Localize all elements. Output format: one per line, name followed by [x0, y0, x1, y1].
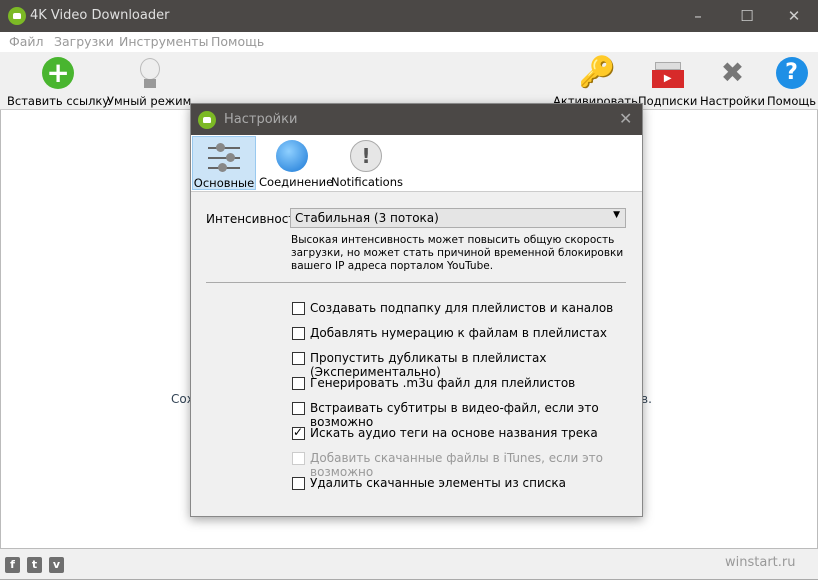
option-checkbox[interactable] — [292, 302, 305, 315]
activate-button[interactable]: 🔑 Активировать — [553, 55, 638, 109]
settings-tabs: Основные Соединение ! Notifications — [191, 135, 642, 192]
settings-button[interactable]: ✖ Настройки — [700, 56, 765, 108]
option-label: Удалить скачанные элементы из списка — [310, 476, 566, 490]
dialog-close-button[interactable]: ✕ — [619, 109, 632, 128]
option-label: Добавить скачанные файлы в iTunes, если … — [310, 451, 603, 479]
subscriptions-icon: ▶ — [651, 56, 685, 90]
dialog-title-bar: Настройки ✕ — [191, 104, 642, 135]
app-title: 4K Video Downloader — [30, 8, 170, 23]
option-label: Добавлять нумерацию к файлам в плейлиста… — [310, 326, 608, 340]
checkmark-icon: ✓ — [293, 425, 304, 439]
twitter-icon[interactable]: t — [27, 557, 42, 573]
menu-downloads[interactable]: Загрузки — [54, 34, 114, 49]
help-button[interactable]: ? Помощь — [767, 56, 816, 108]
minimize-button[interactable]: – — [688, 6, 708, 26]
paste-link-button[interactable]: + Вставить ссылку — [7, 56, 109, 108]
menu-bar: Файл Загрузки Инструменты Помощь — [0, 32, 818, 52]
tab-connection[interactable]: Соединение — [259, 136, 333, 190]
option-label: Создавать подпапку для плейлистов и кана… — [310, 301, 614, 315]
help-icon: ? — [775, 56, 809, 90]
menu-file[interactable]: Файл — [9, 34, 44, 49]
tools-icon: ✖ — [720, 56, 745, 89]
settings-dialog: Настройки ✕ Основные Соединение ! Notifi… — [190, 103, 643, 517]
exclamation-bubble-icon: ! — [350, 140, 382, 172]
tab-notifications[interactable]: ! Notifications — [331, 136, 403, 190]
close-button[interactable]: ✕ — [784, 6, 804, 26]
watermark: winstart.ru — [725, 555, 796, 570]
intensity-value: Стабильная (3 потока) — [295, 211, 439, 225]
divider — [206, 282, 626, 283]
tab-label: Notifications — [331, 175, 403, 189]
option-label: Пропустить дубликаты в плейлистах (Экспе… — [310, 351, 547, 379]
option-checkbox[interactable] — [292, 477, 305, 490]
vimeo-icon[interactable]: v — [49, 557, 64, 573]
intensity-select[interactable]: Стабильная (3 потока) ▼ — [290, 208, 626, 228]
globe-icon — [276, 140, 308, 172]
sliders-icon — [208, 141, 240, 173]
option-checkbox[interactable] — [292, 352, 305, 365]
dialog-title: Настройки — [224, 112, 298, 127]
option-label: Искать аудио теги на основе названия тре… — [310, 426, 598, 440]
app-logo-icon — [8, 7, 26, 25]
tab-general[interactable]: Основные — [192, 136, 256, 190]
option-checkbox — [292, 452, 305, 465]
option-checkbox[interactable] — [292, 402, 305, 415]
subscriptions-button[interactable]: ▶ Подписки — [638, 56, 697, 108]
title-bar: 4K Video Downloader – ☐ ✕ — [0, 0, 818, 32]
smart-mode-label: Умный режим — [107, 94, 192, 108]
option-label: Генерировать .m3u файл для плейлистов — [310, 376, 576, 390]
plus-icon: + — [41, 56, 75, 90]
option-label: Встраивать субтитры в видео-файл, если э… — [310, 401, 599, 429]
intensity-hint: Высокая интенсивность может повысить общ… — [291, 234, 624, 272]
app-logo-icon — [198, 111, 216, 129]
settings-label: Настройки — [700, 94, 765, 108]
tab-label: Основные — [193, 176, 255, 190]
help-label: Помощь — [767, 94, 817, 108]
subscriptions-label: Подписки — [638, 94, 698, 108]
option-checkbox[interactable] — [292, 327, 305, 340]
paste-link-label: Вставить ссылку — [7, 94, 110, 108]
option-checkbox[interactable]: ✓ — [292, 425, 305, 440]
maximize-button[interactable]: ☐ — [737, 6, 757, 26]
status-bar: f t v winstart.ru — [0, 548, 818, 580]
toolbar: + Вставить ссылку Умный режим 🔑 Активиро… — [0, 52, 818, 110]
lightbulb-icon — [132, 56, 166, 90]
key-icon: 🔑 — [578, 55, 616, 90]
intensity-label: Интенсивность — [206, 212, 303, 226]
menu-tools[interactable]: Инструменты — [119, 34, 208, 49]
tab-label: Соединение — [259, 175, 334, 189]
chevron-down-icon: ▼ — [613, 210, 620, 220]
smart-mode-button[interactable]: Умный режим — [107, 56, 191, 108]
facebook-icon[interactable]: f — [5, 557, 20, 573]
menu-help[interactable]: Помощь — [211, 34, 264, 49]
option-checkbox[interactable] — [292, 377, 305, 390]
